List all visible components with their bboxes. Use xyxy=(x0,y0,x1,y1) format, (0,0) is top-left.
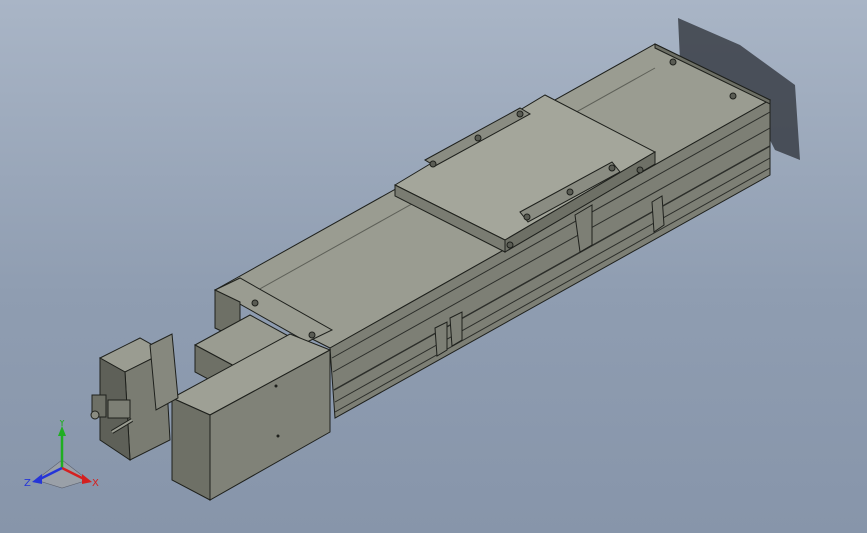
carriage-bolt-2 xyxy=(474,134,482,142)
graphics-viewport[interactable]: Y X Z xyxy=(0,0,867,533)
carriage-bolt-1 xyxy=(429,160,437,168)
end-block-bolt-1 xyxy=(251,299,259,307)
carriage-bolt-7 xyxy=(506,241,514,249)
triad-y-label: Y xyxy=(58,420,66,429)
motor-connector-2 xyxy=(107,399,131,419)
end-block-bolt-2 xyxy=(308,331,316,339)
limit-sensor-2 xyxy=(651,195,665,233)
carriage-bolt-5 xyxy=(566,188,574,196)
triad-x-arrow-icon xyxy=(82,474,92,484)
coordinate-triad: Y X Z xyxy=(24,420,99,489)
triad-z-arrow-icon xyxy=(32,474,42,484)
triad-x-label: X xyxy=(92,478,99,489)
motor-cover-screw-1 xyxy=(274,384,278,388)
carriage-bolt-4 xyxy=(523,213,531,221)
linear-actuator-model[interactable] xyxy=(0,0,867,533)
end-cap-bolt-2 xyxy=(729,92,737,100)
motor-cover-screw-2 xyxy=(276,434,280,438)
triad-z-label: Z xyxy=(24,478,31,489)
motor-cover-left xyxy=(171,397,211,501)
end-cap-bolt-1 xyxy=(669,58,677,66)
carriage-bolt-8 xyxy=(636,166,644,174)
limit-sensor-3 xyxy=(434,321,448,357)
motor-plug-end xyxy=(90,410,100,420)
limit-sensor-4 xyxy=(449,311,463,347)
carriage-bolt-6 xyxy=(608,164,616,172)
carriage-bolt-3 xyxy=(516,110,524,118)
